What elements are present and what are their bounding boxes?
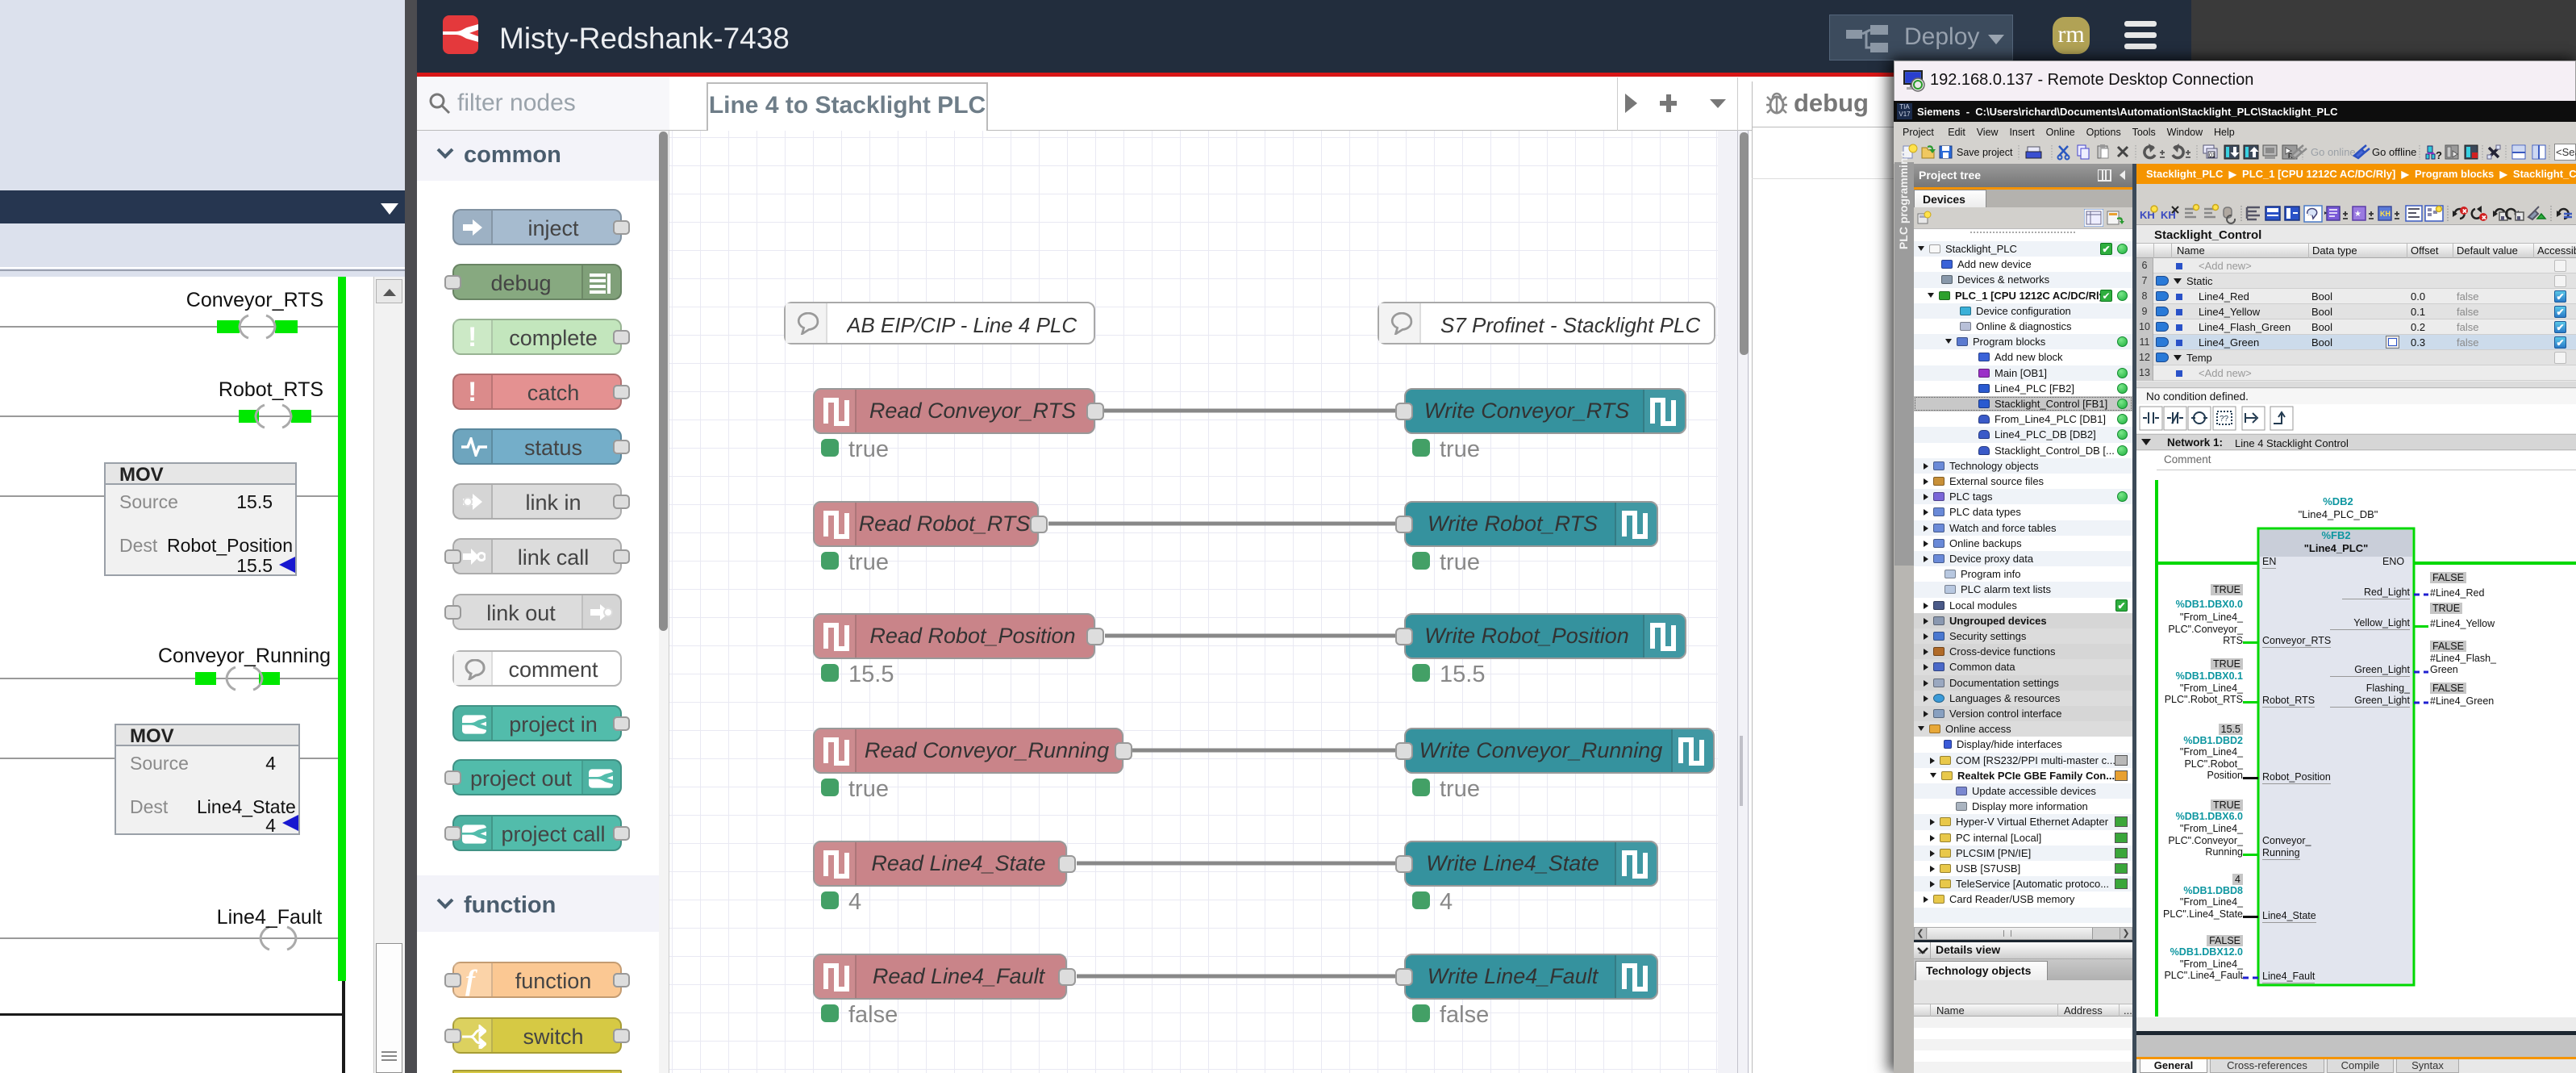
svg-text:01: 01	[2209, 153, 2215, 159]
svg-text:?: ?	[2436, 149, 2442, 161]
svg-text:Go online: Go online	[2311, 146, 2356, 158]
svg-text:...: ...	[2307, 210, 2313, 217]
svg-text:Go offline: Go offline	[2372, 146, 2416, 158]
svg-text:Save project: Save project	[1957, 147, 2013, 158]
svg-text:??: ??	[2220, 415, 2229, 424]
svg-text:✖: ✖	[2482, 215, 2487, 222]
svg-text:★: ★	[2354, 210, 2361, 219]
svg-text:✖: ✖	[2462, 208, 2468, 215]
svg-text:KH: KH	[2380, 210, 2391, 218]
